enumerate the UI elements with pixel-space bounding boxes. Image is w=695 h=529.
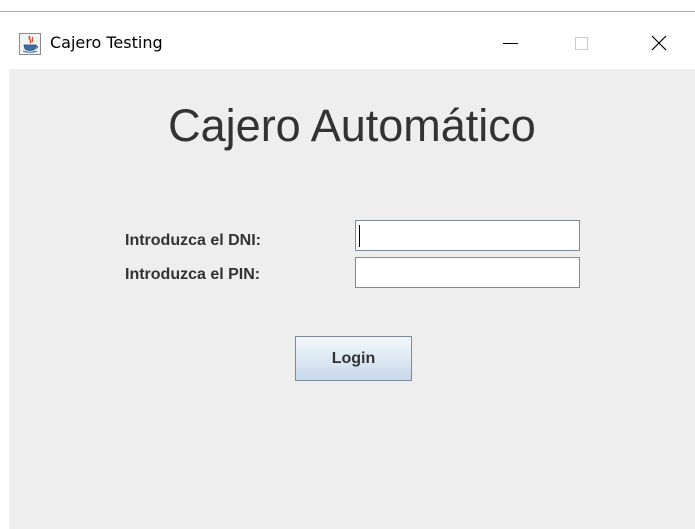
app-window: Cajero Testing Cajero Automático Introdu…: [0, 11, 695, 529]
close-button[interactable]: [631, 12, 687, 69]
content-panel: Cajero Automático Introduzca el DNI: Int…: [9, 69, 695, 529]
dni-field[interactable]: [355, 220, 580, 251]
java-cup-icon: [19, 33, 41, 55]
dni-label: Introduzca el DNI:: [125, 232, 262, 249]
pin-field[interactable]: [355, 257, 580, 288]
text-caret: [359, 225, 360, 247]
window-title: Cajero Testing: [50, 33, 163, 52]
title-bar[interactable]: Cajero Testing: [0, 12, 695, 69]
page-title: Cajero Automático: [168, 100, 536, 151]
minimize-button[interactable]: [481, 12, 537, 69]
pin-label: Introduzca el PIN:: [125, 266, 261, 283]
maximize-button[interactable]: [553, 12, 609, 69]
login-button[interactable]: Login: [295, 336, 412, 381]
